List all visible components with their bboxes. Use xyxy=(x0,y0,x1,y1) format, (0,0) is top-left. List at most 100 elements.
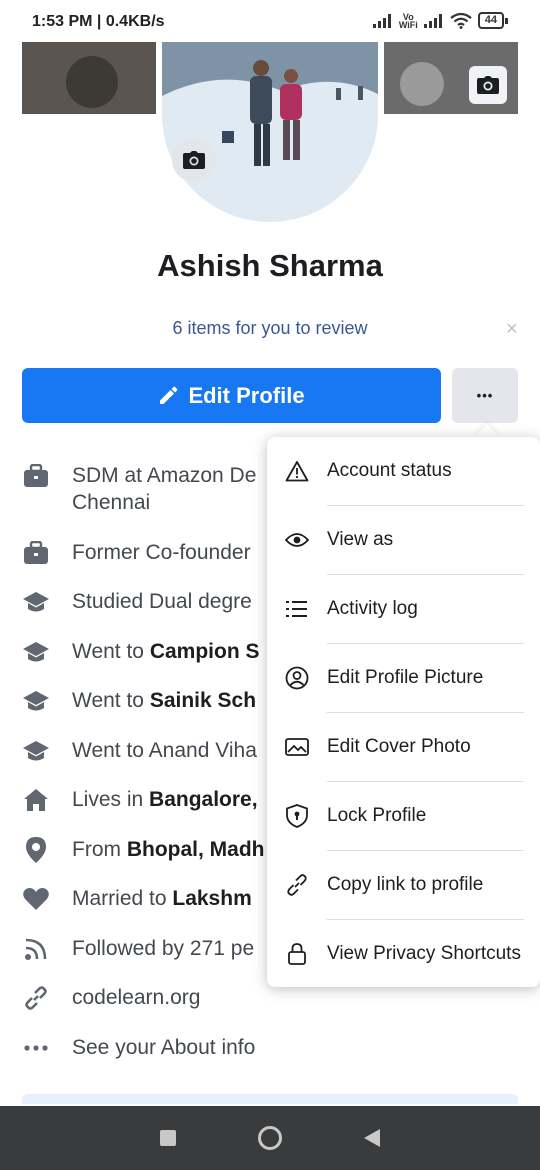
edit-profile-button[interactable]: Edit Profile xyxy=(22,368,441,423)
rss-icon xyxy=(22,935,50,963)
link-icon xyxy=(285,873,309,897)
info-pre: Went to xyxy=(72,640,150,663)
info-text: SDM at Amazon De Chennai xyxy=(72,462,256,516)
info-pre: Studied Dual degre xyxy=(72,590,252,613)
eye-icon xyxy=(285,528,309,552)
info-item-school-2[interactable]: Went to Sainik Sch xyxy=(22,687,256,715)
info-bold: Campion S xyxy=(149,640,260,663)
info-text: Married to Lakshm xyxy=(72,885,252,912)
wifi-calling-text: WiFi xyxy=(398,19,418,30)
shield-lock-icon xyxy=(285,804,309,828)
dismiss-review-button[interactable]: × xyxy=(506,318,518,341)
info-pre: See your About info xyxy=(72,1036,256,1059)
heart-icon xyxy=(22,885,50,913)
info-text: codelearn.org xyxy=(72,984,200,1011)
more-options-button[interactable]: ••• xyxy=(452,368,518,423)
menu-label: Activity log xyxy=(327,598,418,619)
info-item-school-3[interactable]: Went to Anand Viha xyxy=(22,737,257,765)
info-item-followers[interactable]: Followed by 271 pe xyxy=(22,935,254,963)
info-item-website[interactable]: codelearn.org xyxy=(22,984,200,1012)
menu-label: View Privacy Shortcuts xyxy=(327,943,521,964)
info-item-about[interactable]: See your About info xyxy=(22,1034,255,1062)
graduation-cap-icon xyxy=(22,687,50,715)
menu-item-copy-link[interactable]: Copy link to profile xyxy=(267,851,540,919)
link-icon xyxy=(22,984,50,1012)
wifi-icon xyxy=(450,12,472,29)
info-text: See your About info xyxy=(72,1034,255,1061)
profile-name: Ashish Sharma xyxy=(157,248,383,283)
edit-profile-label: Edit Profile xyxy=(188,382,305,408)
info-item-education-degree[interactable]: Studied Dual degre xyxy=(22,588,252,616)
info-text: Went to Anand Viha xyxy=(72,737,257,764)
battery-level: 44 xyxy=(477,12,504,29)
list-icon xyxy=(285,597,309,621)
menu-item-lock-profile[interactable]: Lock Profile xyxy=(267,782,540,850)
status-icons: Vo WiFi 44 xyxy=(372,12,508,30)
location-pin-icon xyxy=(22,836,50,864)
info-pre: From xyxy=(72,838,127,861)
camera-icon xyxy=(477,76,499,94)
pencil-icon xyxy=(160,386,178,404)
profile-picture-image xyxy=(162,36,378,222)
lock-icon xyxy=(285,942,309,966)
menu-item-view-privacy-shortcuts[interactable]: View Privacy Shortcuts xyxy=(267,920,540,988)
battery-icon: 44 xyxy=(477,12,508,29)
edit-profile-picture-camera-button[interactable] xyxy=(172,138,216,182)
status-bar: 1:53 PM | 0.4KB/s Vo WiFi 44 xyxy=(0,0,540,42)
info-pre: Went to xyxy=(72,689,150,712)
menu-item-edit-cover-photo[interactable]: Edit Cover Photo xyxy=(267,713,540,781)
info-pre: codelearn.org xyxy=(72,986,201,1009)
info-item-married[interactable]: Married to Lakshm xyxy=(22,885,252,913)
info-line2: Chennai xyxy=(72,491,151,514)
menu-item-view-as[interactable]: View as xyxy=(267,506,540,574)
next-card-edge xyxy=(22,1094,518,1104)
info-pre: Followed by 271 pe xyxy=(72,937,255,960)
info-pre: Married to xyxy=(72,887,173,910)
info-item-from[interactable]: From Bhopal, Madh xyxy=(22,836,265,864)
recents-square-icon[interactable] xyxy=(159,1129,177,1147)
info-item-work-current[interactable]: SDM at Amazon De Chennai xyxy=(22,462,256,516)
menu-label: Edit Profile Picture xyxy=(327,667,484,688)
graduation-cap-icon xyxy=(22,737,50,765)
user-circle-icon xyxy=(285,666,309,690)
info-text: Former Co-founder xyxy=(72,539,251,566)
profile-picture[interactable] xyxy=(162,36,378,222)
graduation-cap-icon xyxy=(22,638,50,666)
menu-item-activity-log[interactable]: Activity log xyxy=(267,575,540,643)
info-item-lives-in[interactable]: Lives in Bangalore, xyxy=(22,786,258,814)
review-items-link[interactable]: 6 items for you to review xyxy=(0,318,540,339)
system-nav-bar xyxy=(0,1106,540,1170)
info-pre: Former Co-founder xyxy=(72,541,251,564)
menu-label: Account status xyxy=(327,460,452,481)
volte-label: Vo WiFi xyxy=(398,12,418,30)
info-pre: Lives in xyxy=(72,788,150,811)
info-text: From Bhopal, Madh xyxy=(72,836,265,863)
menu-item-edit-profile-picture[interactable]: Edit Profile Picture xyxy=(267,644,540,712)
graduation-cap-icon xyxy=(22,588,50,616)
camera-icon xyxy=(183,151,205,169)
edit-cover-camera-button[interactable] xyxy=(469,66,507,104)
briefcase-icon xyxy=(22,462,50,490)
more-dots-icon: ••• xyxy=(476,388,494,403)
warning-icon xyxy=(285,459,309,483)
info-bold: Sainik Sch xyxy=(149,689,257,712)
profile-picture-frame[interactable] xyxy=(156,36,384,228)
menu-label: View as xyxy=(327,529,394,550)
info-bold: Bangalore, xyxy=(149,788,258,811)
home-circle-icon[interactable] xyxy=(257,1125,283,1151)
menu-label: Edit Cover Photo xyxy=(327,736,471,757)
signal-icon-2 xyxy=(423,13,442,28)
info-bold: Lakshm xyxy=(172,887,252,910)
info-item-school-1[interactable]: Went to Campion S xyxy=(22,638,260,666)
more-dots-icon xyxy=(22,1034,50,1062)
menu-label: Copy link to profile xyxy=(327,874,484,895)
image-icon xyxy=(285,735,309,759)
info-pre: SDM at Amazon De xyxy=(72,464,257,487)
menu-label: Lock Profile xyxy=(327,805,427,826)
info-item-work-former[interactable]: Former Co-founder xyxy=(22,539,251,567)
info-pre: Went to Anand Viha xyxy=(72,739,257,762)
info-text: Studied Dual degre xyxy=(72,588,252,615)
back-triangle-icon[interactable] xyxy=(363,1128,381,1148)
info-text: Followed by 271 pe xyxy=(72,935,254,962)
menu-item-account-status[interactable]: Account status xyxy=(267,437,540,505)
